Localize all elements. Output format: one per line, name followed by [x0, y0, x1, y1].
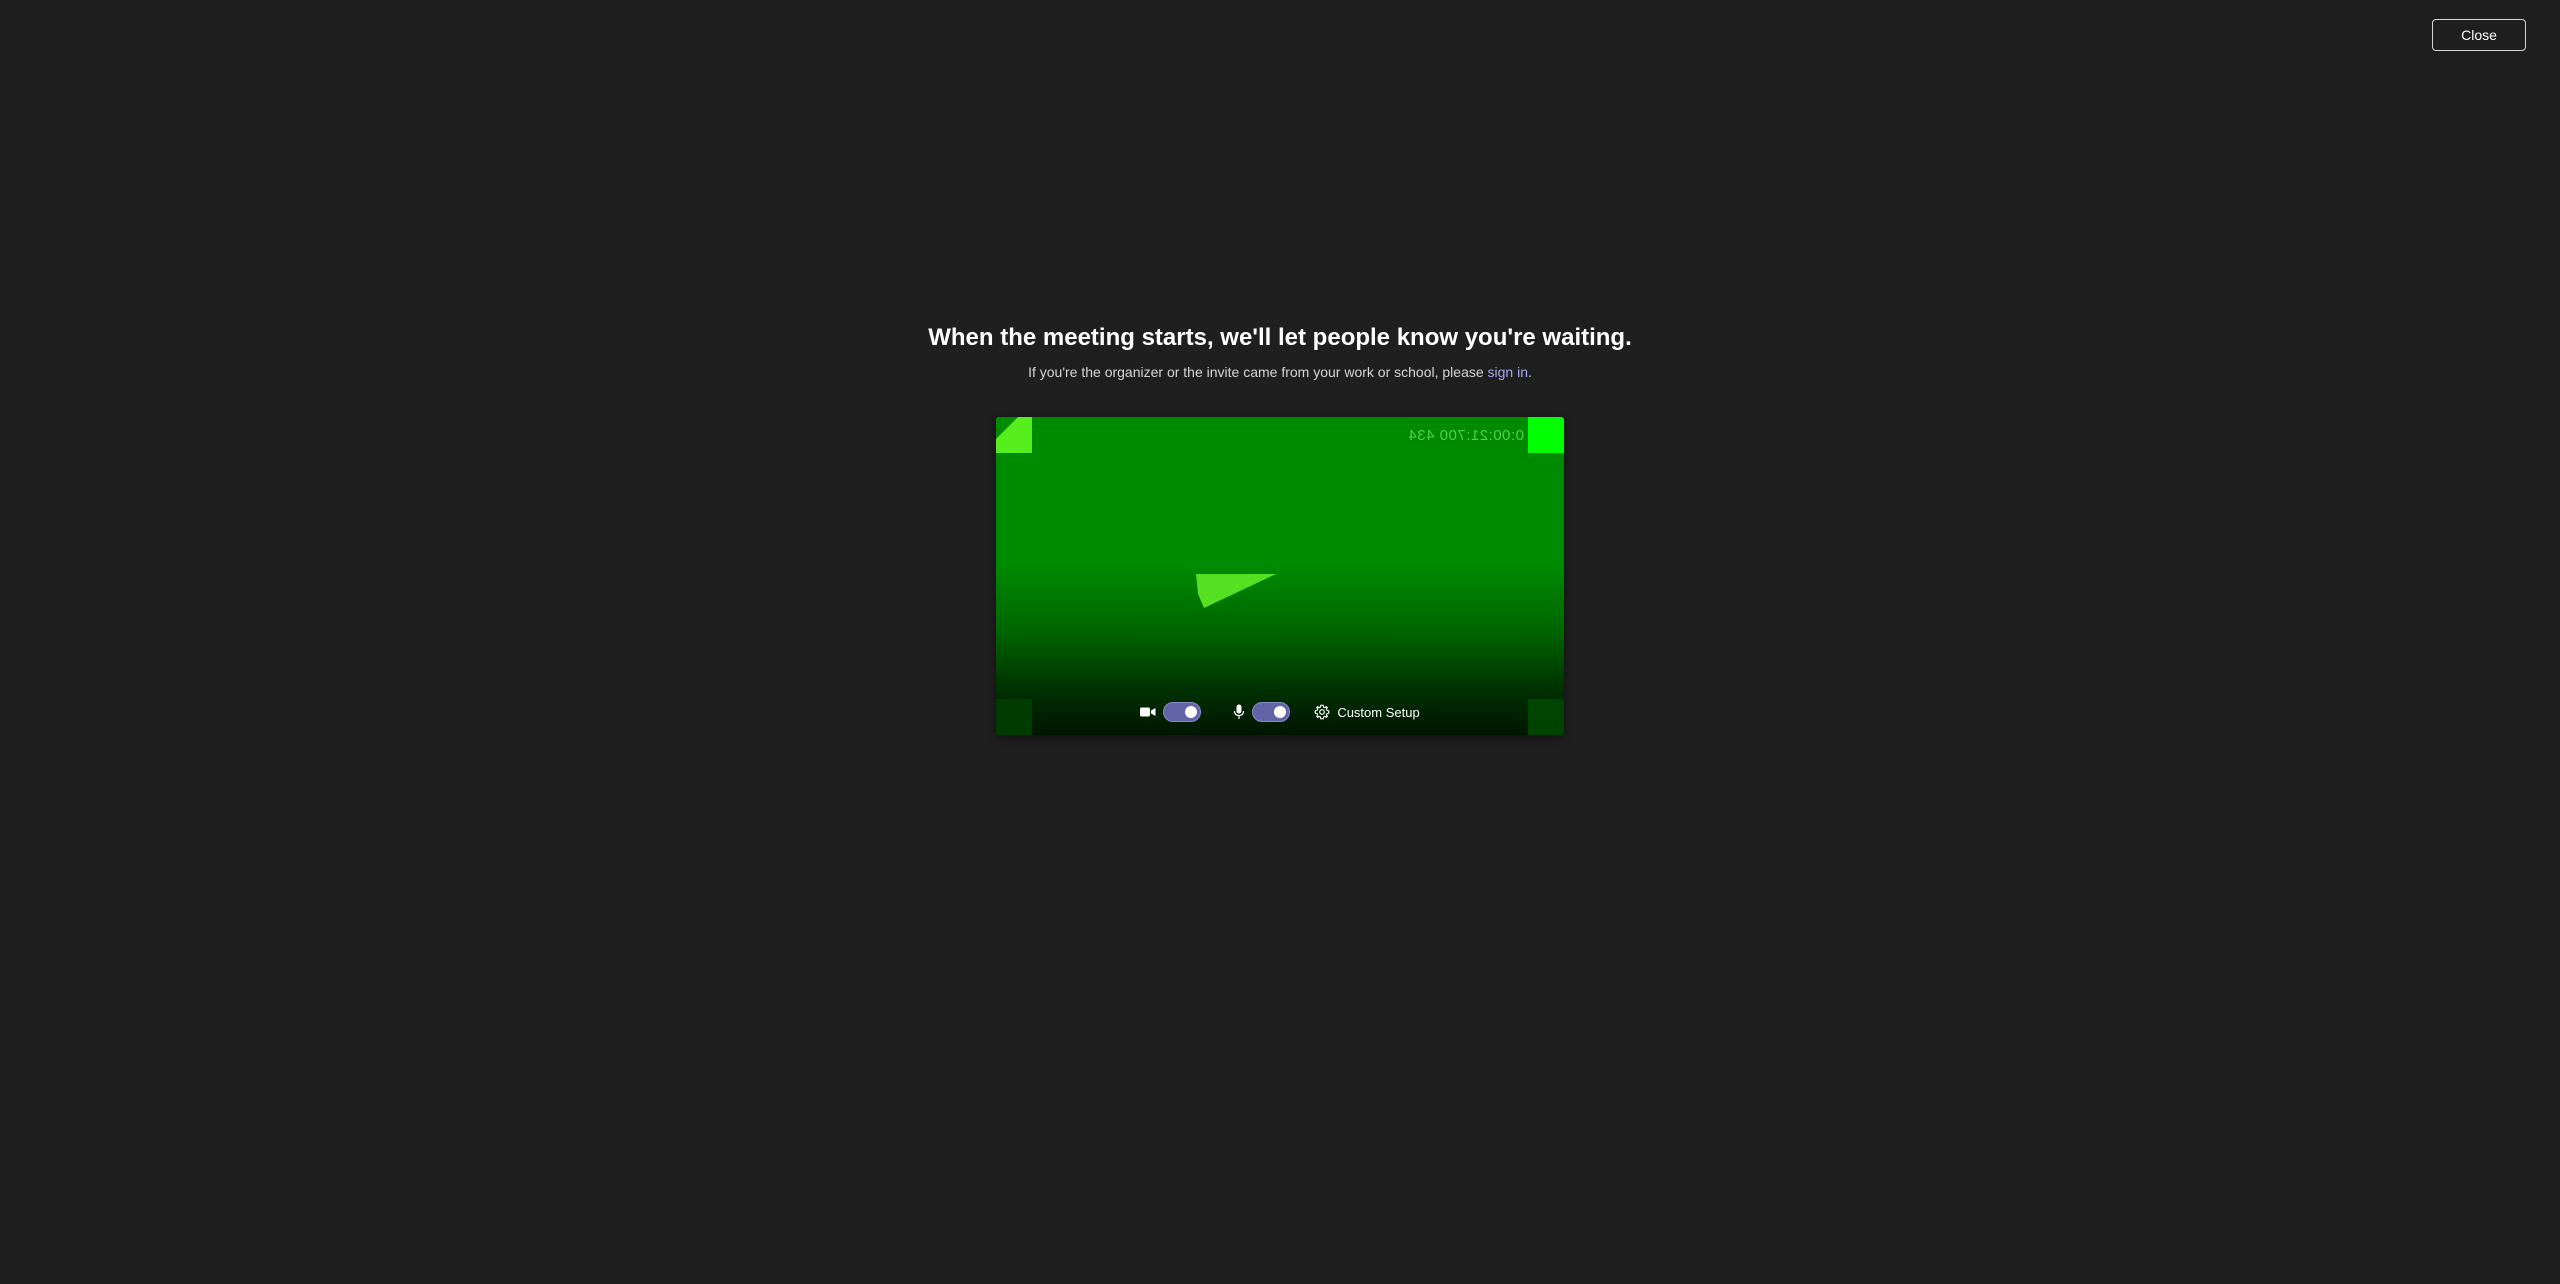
camera-toggle-knob — [1185, 706, 1198, 718]
test-pattern-corner-top-left — [996, 417, 1032, 453]
camera-control — [1140, 702, 1202, 722]
video-camera-icon — [1140, 706, 1156, 718]
custom-setup-label: Custom Setup — [1337, 704, 1420, 720]
camera-toggle[interactable] — [1163, 702, 1202, 722]
sign-in-link[interactable]: sign in — [1488, 364, 1528, 380]
sign-in-prompt: If you're the organizer or the invite ca… — [0, 364, 2560, 380]
preview-timestamp: 0:00:21:700 434 — [1408, 427, 1524, 444]
test-pattern-corner-top-right — [1528, 417, 1564, 453]
microphone-icon — [1233, 704, 1245, 720]
gear-icon — [1314, 704, 1330, 720]
preview-controls: Custom Setup — [996, 699, 1564, 725]
microphone-control — [1233, 702, 1291, 722]
microphone-toggle-knob — [1274, 706, 1287, 718]
microphone-toggle[interactable] — [1252, 702, 1291, 722]
video-preview: 0:00:21:700 434 Custom Setup — [996, 417, 1564, 735]
sign-in-prompt-text: If you're the organizer or the invite ca… — [1028, 364, 1488, 380]
custom-setup-button[interactable]: Custom Setup — [1314, 704, 1420, 720]
test-pattern-shape — [1196, 574, 1276, 608]
pre-join-screen: Close When the meeting starts, we'll let… — [0, 0, 2560, 1284]
waiting-headline: When the meeting starts, we'll let peopl… — [928, 324, 1632, 351]
sign-in-prompt-suffix: . — [1528, 364, 1532, 380]
close-button[interactable]: Close — [2432, 19, 2526, 51]
